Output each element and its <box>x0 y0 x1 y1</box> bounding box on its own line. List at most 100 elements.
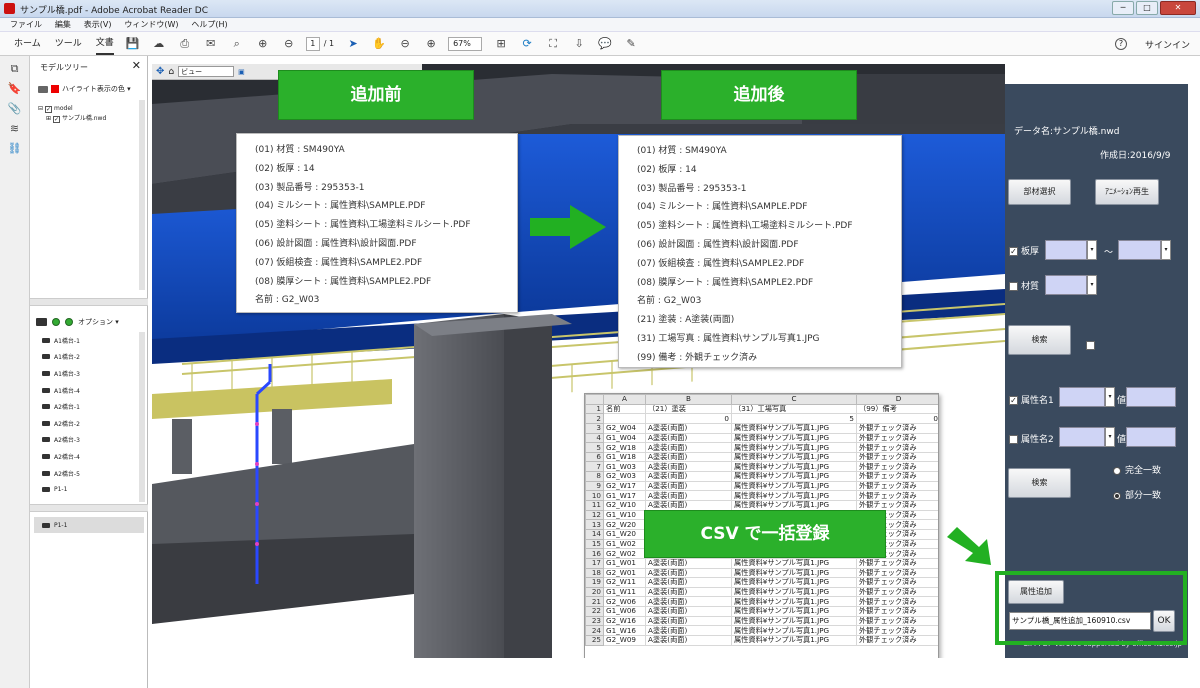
search-icon[interactable]: ⌕ <box>230 37 244 51</box>
signin-link[interactable]: サインイン <box>1145 38 1190 51</box>
radio-icon[interactable] <box>1113 491 1121 500</box>
checkbox-icon[interactable]: ✓ <box>53 115 61 123</box>
cloud-upload-icon[interactable]: ☁ <box>152 37 166 51</box>
save-icon[interactable]: 💾 <box>126 37 140 51</box>
model-tree-icon[interactable]: ⛓ <box>8 142 22 156</box>
menu-window[interactable]: ウィンドウ(W) <box>124 18 178 32</box>
menu-edit[interactable]: 編集 <box>55 18 71 32</box>
tree-node-model[interactable]: ⊟ ✓ model <box>38 104 106 114</box>
search-button-2[interactable]: 検索 <box>1008 468 1071 498</box>
selected-viewpoint[interactable]: P1-1 <box>34 517 144 533</box>
print-icon[interactable]: ⎙ <box>178 37 192 51</box>
layers-icon[interactable]: ≋ <box>8 122 22 136</box>
scroll-mode-icon[interactable]: ⇩ <box>572 37 586 51</box>
thickness-max-input[interactable] <box>1118 240 1161 260</box>
minimize-button[interactable]: ─ <box>1112 1 1134 15</box>
rotate-icon[interactable]: ⟳ <box>520 37 534 51</box>
search-button-1[interactable]: 検索 <box>1008 325 1071 355</box>
close-icon[interactable]: ✕ <box>132 59 141 72</box>
page-up-icon[interactable]: ⊕ <box>256 37 270 51</box>
view-select[interactable]: ビュー <box>178 66 235 77</box>
tab-home[interactable]: ホーム <box>14 32 41 56</box>
bookmark-icon[interactable]: 🔖 <box>8 82 22 96</box>
fullscreen-icon[interactable]: ⛶ <box>546 37 560 51</box>
list-item[interactable]: A1橋台-2 <box>42 349 80 366</box>
thickness-filter[interactable]: ✓ 板厚 <box>1009 244 1039 257</box>
attribute1-name-input[interactable] <box>1059 387 1105 407</box>
exact-match-radio[interactable]: 完全一致 <box>1113 463 1161 476</box>
tab-document[interactable]: 文書 <box>95 33 114 55</box>
table-cell: 16 <box>585 548 604 559</box>
table-cell: 属性資料¥サンプル写真1.JPG <box>731 432 857 444</box>
attribute1-value-input[interactable] <box>1126 387 1176 407</box>
panel-splitter-2[interactable] <box>30 504 148 512</box>
list-item[interactable]: A2橋台-5 <box>42 465 80 482</box>
menu-view[interactable]: 表示(V) <box>84 18 112 32</box>
chevron-down-icon[interactable]: ▾ <box>1161 240 1171 260</box>
help-icon[interactable]: ? <box>1114 38 1127 50</box>
list-scrollbar[interactable] <box>139 332 145 502</box>
tree-node-nwd[interactable]: ⊞ ✓ サンプル橋.nwd <box>46 114 106 124</box>
attribute2-filter[interactable]: 属性名2 <box>1009 432 1054 445</box>
page-number-input[interactable]: 1 <box>305 36 320 51</box>
tab-tools[interactable]: ツール <box>55 32 82 56</box>
close-button[interactable]: ✕ <box>1160 1 1196 15</box>
add-icon[interactable] <box>52 318 60 326</box>
list-item[interactable]: A2橋台-4 <box>42 448 80 465</box>
list-item[interactable]: A2橋台-1 <box>42 398 80 415</box>
attribute1-checkbox[interactable]: ✓ <box>1009 396 1018 405</box>
attachment-icon[interactable]: 📎 <box>8 102 22 116</box>
list-item[interactable]: A2橋台-2 <box>42 415 80 432</box>
select-member-button[interactable]: 部材選択 <box>1008 179 1071 205</box>
menu-help[interactable]: ヘルプ(H) <box>191 18 227 32</box>
list-item[interactable]: A1橋台-1 <box>42 332 80 349</box>
material-input[interactable] <box>1045 275 1087 295</box>
chevron-down-icon[interactable]: ▾ <box>1087 240 1097 260</box>
pen-icon[interactable]: ✎ <box>624 37 638 51</box>
extra-checkbox[interactable] <box>1086 341 1095 350</box>
email-icon[interactable]: ✉ <box>204 37 218 51</box>
tree-scrollbar[interactable] <box>139 100 145 290</box>
camera-icon[interactable] <box>36 318 47 326</box>
options-menu[interactable]: オプション ▾ <box>78 317 119 327</box>
zoom-out-icon[interactable]: ⊖ <box>398 37 412 51</box>
page-down-icon[interactable]: ⊖ <box>282 37 296 51</box>
remove-icon[interactable] <box>65 318 73 326</box>
thickness-min-input[interactable] <box>1045 240 1087 260</box>
view-options-icon[interactable]: ▣ <box>238 68 245 76</box>
partial-match-radio[interactable]: 部分一致 <box>1113 488 1161 501</box>
animation-play-button[interactable]: ｱﾆﾒｰｼｮﾝ再生 <box>1095 179 1159 205</box>
table-cell: D <box>856 394 938 405</box>
comment-icon[interactable]: 💬 <box>598 37 612 51</box>
table-cell: 14 <box>585 528 604 540</box>
home-icon[interactable]: ⌂ <box>168 67 174 77</box>
thickness-checkbox[interactable]: ✓ <box>1009 247 1018 256</box>
attribute2-value-input[interactable] <box>1126 427 1176 447</box>
highlight-color-select[interactable]: ハイライト表示の色 ▾ <box>38 84 131 94</box>
navigate-icon[interactable]: ✥ <box>156 66 164 77</box>
table-cell: G1_W18 <box>603 451 646 463</box>
list-item[interactable]: A2橋台-3 <box>42 432 80 449</box>
hand-tool-icon[interactable]: ✋ <box>372 37 386 51</box>
material-filter[interactable]: 材質 <box>1009 279 1039 292</box>
attribute2-checkbox[interactable] <box>1009 435 1018 444</box>
menu-file[interactable]: ファイル <box>10 18 42 32</box>
radio-icon[interactable] <box>1113 466 1121 475</box>
checkbox-icon[interactable]: ✓ <box>45 105 53 113</box>
select-cursor-icon[interactable]: ➤ <box>346 37 360 51</box>
list-item[interactable]: P1-1 <box>42 481 80 498</box>
attribute2-name-input[interactable] <box>1059 427 1105 447</box>
material-checkbox[interactable] <box>1009 282 1018 291</box>
chevron-down-icon[interactable]: ▾ <box>1087 275 1097 295</box>
page-thumbnails-icon[interactable]: ⧉ <box>8 62 22 76</box>
chevron-down-icon[interactable]: ▾ <box>1105 387 1115 407</box>
panel-splitter[interactable] <box>30 298 148 306</box>
zoom-in-icon[interactable]: ⊕ <box>424 37 438 51</box>
zoom-select[interactable]: 67% <box>448 36 483 51</box>
attribute1-filter[interactable]: ✓ 属性名1 <box>1009 393 1054 406</box>
chevron-down-icon[interactable]: ▾ <box>1105 427 1115 447</box>
list-item[interactable]: A1橋台-4 <box>42 382 80 399</box>
fit-page-icon[interactable]: ⊞ <box>494 37 508 51</box>
list-item[interactable]: A1橋台-3 <box>42 365 80 382</box>
maximize-button[interactable]: □ <box>1136 1 1158 15</box>
